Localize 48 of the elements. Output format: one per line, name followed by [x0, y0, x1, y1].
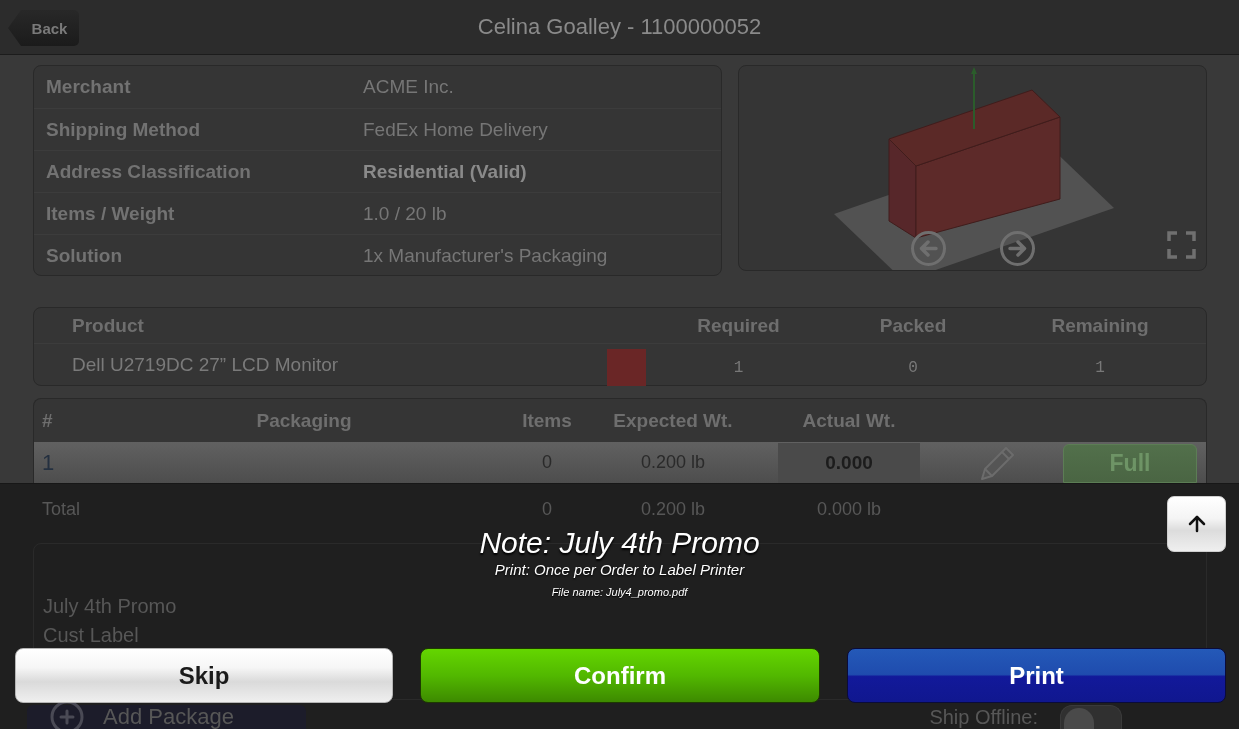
info-value: ACME Inc. — [363, 76, 455, 98]
instruction-item[interactable]: Cust Label — [43, 623, 139, 647]
column-header: Required — [696, 314, 781, 337]
info-label: Merchant — [46, 76, 132, 98]
confirm-action-button[interactable]: Confirm — [420, 648, 820, 703]
column-header: Remaining — [1050, 314, 1150, 337]
previous-view-button[interactable] — [911, 231, 946, 266]
arrow-left-circle-icon — [911, 231, 946, 266]
info-label: Solution — [46, 244, 123, 267]
next-view-button[interactable] — [1000, 231, 1035, 266]
add-package-button[interactable]: Add Package — [27, 705, 306, 729]
fullscreen-icon — [1167, 231, 1196, 259]
column-header: Items — [521, 409, 573, 432]
column-header: # — [41, 409, 54, 432]
info-label: Items / Weight — [46, 202, 176, 225]
instruction-item[interactable]: July 4th Promo — [43, 594, 177, 618]
ship-offline-label: Ship Offline: — [929, 705, 1038, 729]
product-name: Dell U2719DC 27” LCD Monitor — [71, 354, 340, 376]
info-value: 1.0 / 20 lb — [363, 202, 448, 225]
fullscreen-button[interactable] — [1167, 231, 1196, 259]
info-value: 1x Manufacturer's Packaging — [363, 244, 609, 267]
table-cell-text: 1 — [1094, 359, 1106, 377]
column-header: Actual Wt. — [801, 409, 897, 432]
table-cell-text: 0.000 lb — [815, 498, 883, 520]
print-instruction: Print: Once per Order to Label Printer — [494, 560, 745, 580]
note-title: Note: July 4th Promo — [479, 526, 760, 560]
ship-offline-toggle[interactable] — [1060, 705, 1122, 729]
info-label: Shipping Method — [46, 118, 202, 141]
column-header: Packed — [878, 314, 948, 337]
total-label: Total — [41, 498, 82, 520]
back-button[interactable]: Back — [8, 10, 79, 46]
scroll-up-button[interactable] — [1167, 496, 1226, 552]
default-action-button[interactable]: Skip — [15, 648, 393, 703]
column-header: Packaging — [255, 409, 353, 432]
info-value: FedEx Home Delivery — [363, 118, 549, 141]
pencil-icon[interactable] — [978, 444, 1016, 481]
primary-action-button[interactable]: Print — [847, 648, 1226, 703]
column-header: Product — [71, 314, 145, 337]
table-cell-text: 0 — [907, 359, 919, 377]
page-title: Celina Goalley - 1100000052 — [477, 14, 762, 40]
table-cell-text: 0.200 lb — [639, 498, 707, 520]
info-value: Residential (Valid) — [363, 160, 528, 183]
column-header: Expected Wt. — [612, 409, 734, 432]
info-label: Address Classification — [46, 160, 252, 183]
arrow-right-circle-icon — [1000, 231, 1035, 266]
file-name: File name: July4_promo.pdf — [551, 585, 688, 599]
table-cell-text: 0 — [541, 498, 553, 520]
table-cell-text: 1 — [732, 359, 745, 377]
